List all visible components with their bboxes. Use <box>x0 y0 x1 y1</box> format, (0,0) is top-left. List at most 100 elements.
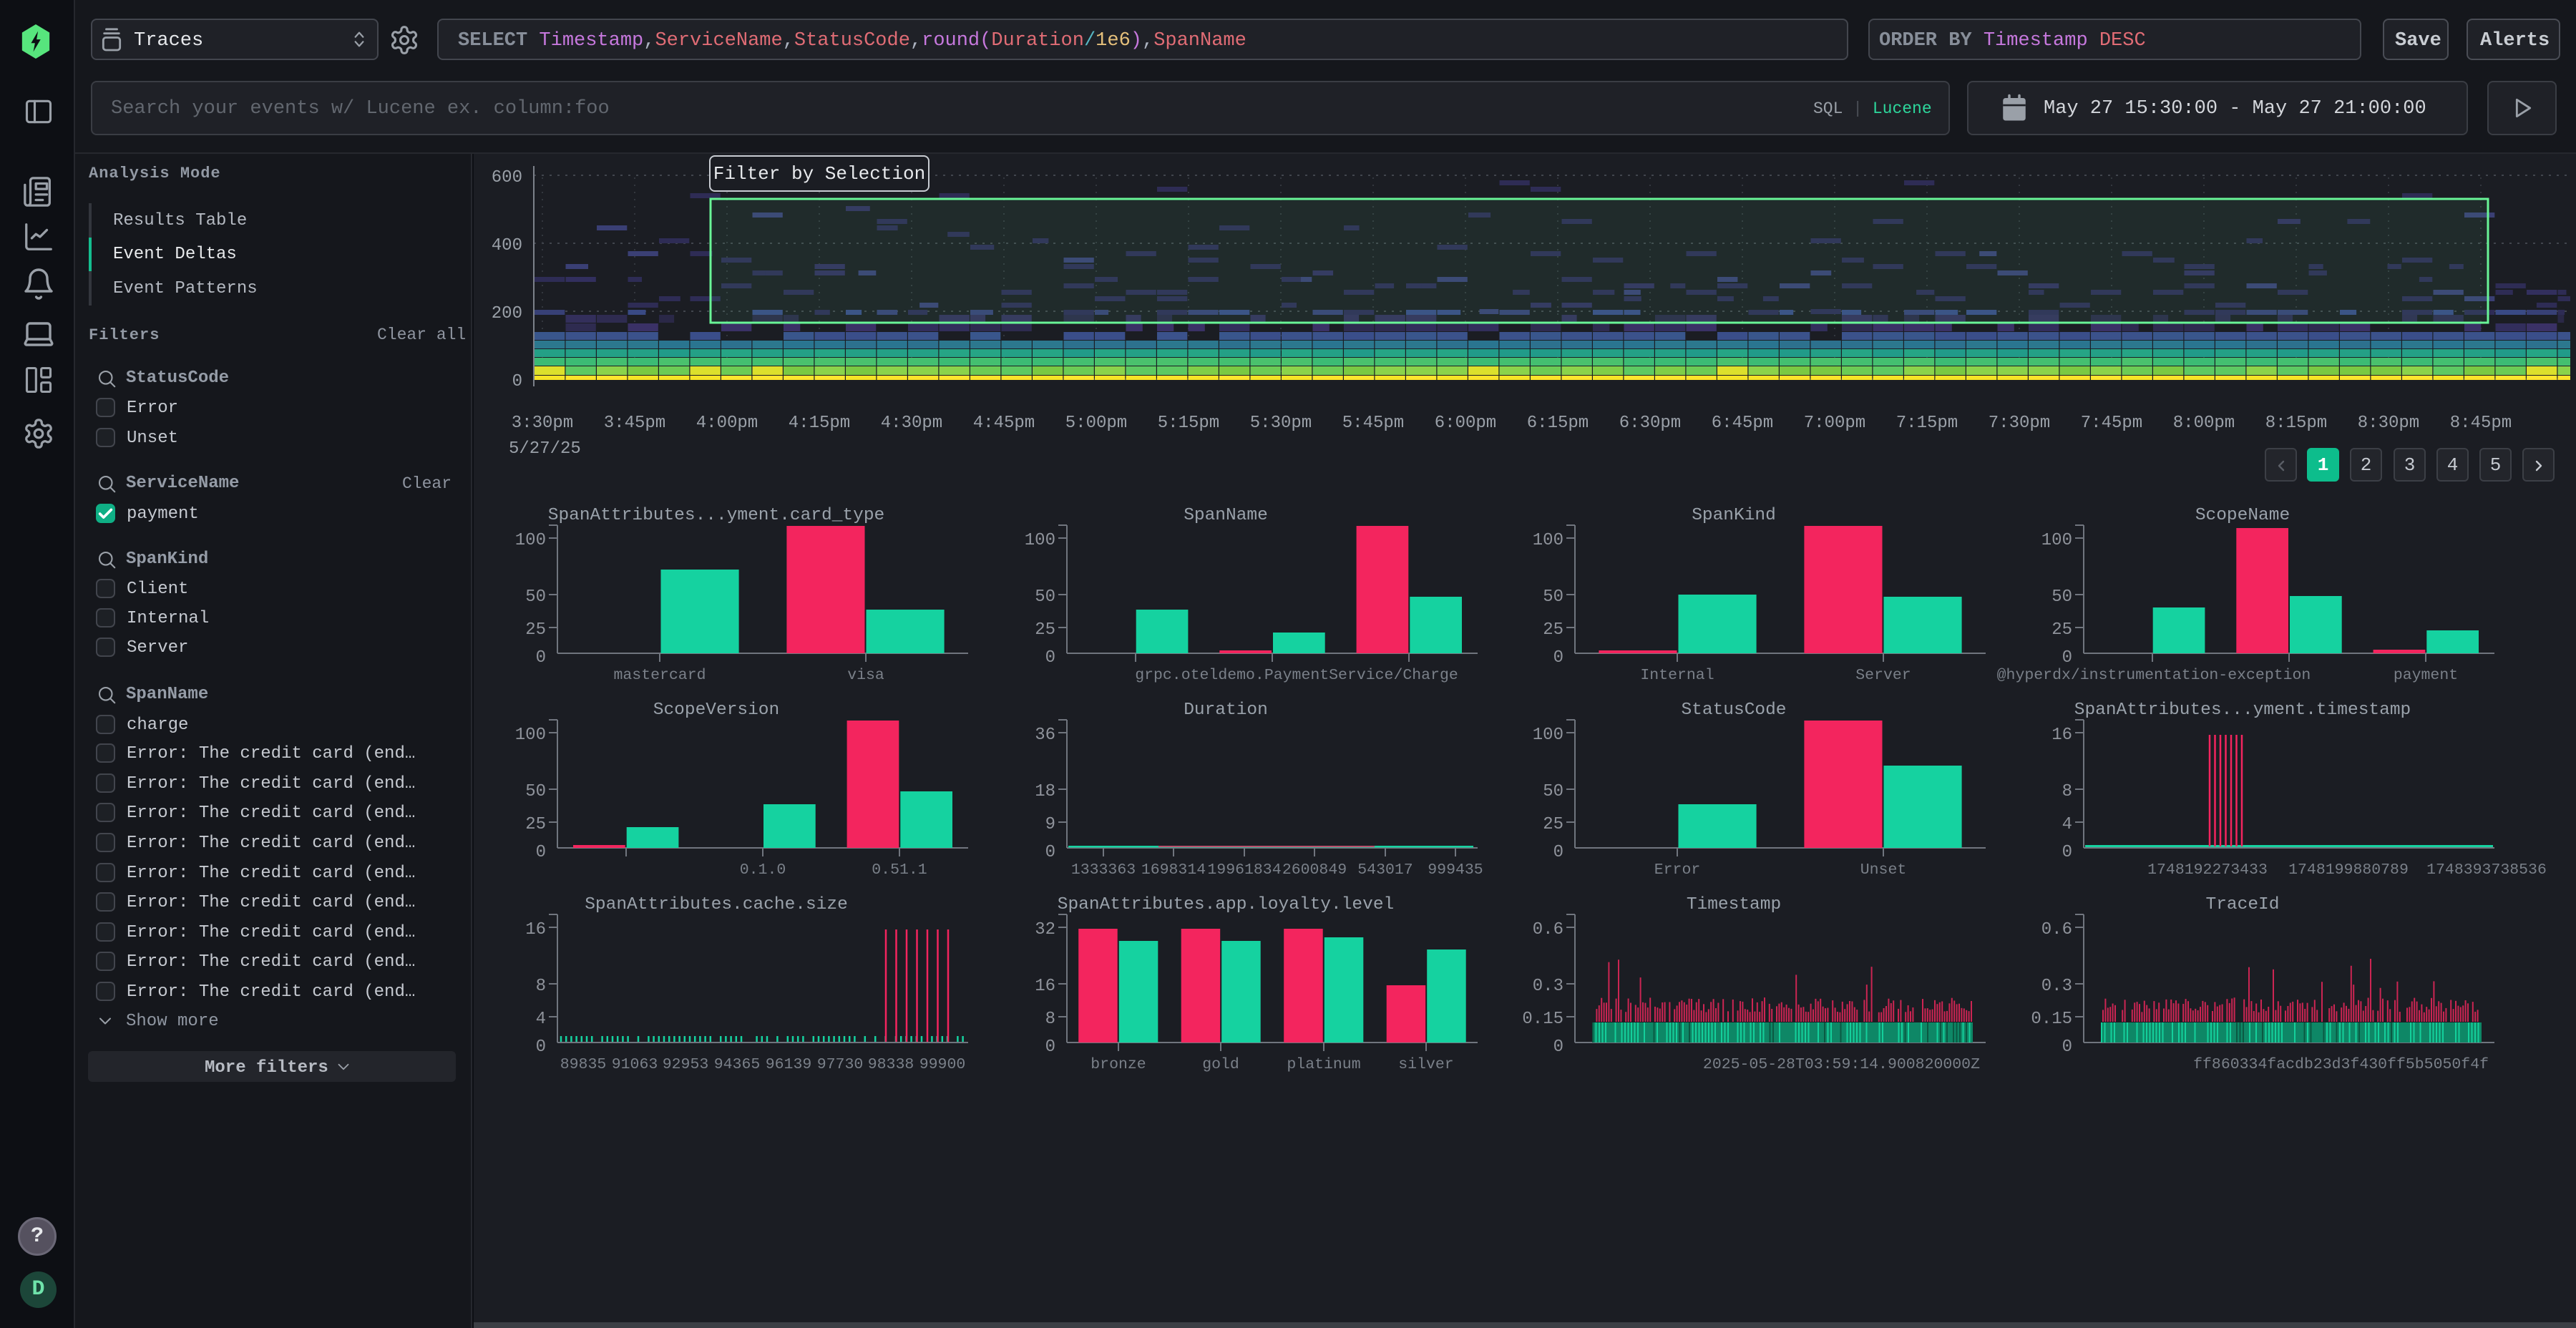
svg-text:0.15: 0.15 <box>1522 1010 1563 1029</box>
svg-text:Internal: Internal <box>1640 667 1714 684</box>
svg-text:4:30pm: 4:30pm <box>881 414 942 433</box>
svg-text:0.1.0: 0.1.0 <box>740 861 786 879</box>
svg-text:ScopeName: ScopeName <box>2195 506 2290 525</box>
svg-text:7:00pm: 7:00pm <box>1804 414 1865 433</box>
svg-text:50: 50 <box>525 587 546 607</box>
svg-text:6:30pm: 6:30pm <box>1619 414 1681 433</box>
svg-text:7:45pm: 7:45pm <box>2081 414 2142 433</box>
svg-text:platinum: platinum <box>1287 1056 1360 1073</box>
svg-text:8: 8 <box>1045 1010 1055 1029</box>
svg-text:50: 50 <box>1543 782 1563 801</box>
svg-text:5/27/25: 5/27/25 <box>509 439 581 459</box>
svg-text:50: 50 <box>1035 587 1055 607</box>
svg-text:25: 25 <box>1543 815 1563 834</box>
svg-text:visa: visa <box>847 667 884 684</box>
svg-text:SpanAttributes.app.loyalty.lev: SpanAttributes.app.loyalty.level <box>1058 895 1394 914</box>
svg-text:2600849: 2600849 <box>1282 861 1347 879</box>
svg-text:Unset: Unset <box>1860 861 1907 879</box>
svg-text:25: 25 <box>2051 620 2072 640</box>
svg-text:16: 16 <box>1035 977 1055 996</box>
svg-text:payment: payment <box>2394 667 2458 684</box>
svg-text:100: 100 <box>515 531 546 550</box>
svg-text:1333363: 1333363 <box>1071 861 1136 879</box>
svg-text:SpanName: SpanName <box>1184 506 1268 525</box>
svg-text:25: 25 <box>1543 620 1563 640</box>
svg-text:1748199880789: 1748199880789 <box>2288 861 2409 879</box>
svg-text:0.15: 0.15 <box>2031 1010 2072 1029</box>
svg-text:91063: 91063 <box>612 1056 658 1073</box>
svg-text:100: 100 <box>1533 531 1563 550</box>
svg-text:SpanAttributes.cache.size: SpanAttributes.cache.size <box>585 895 848 914</box>
svg-text:bronze: bronze <box>1091 1056 1146 1073</box>
svg-text:7:30pm: 7:30pm <box>1989 414 2050 433</box>
svg-text:0.6: 0.6 <box>1533 920 1563 939</box>
svg-text:600: 600 <box>492 168 522 187</box>
svg-text:16: 16 <box>525 920 546 939</box>
svg-text:8:00pm: 8:00pm <box>2173 414 2235 433</box>
svg-text:999435: 999435 <box>1428 861 1483 879</box>
svg-text:0.3: 0.3 <box>2041 977 2072 996</box>
svg-text:16: 16 <box>2051 726 2072 745</box>
svg-text:5:15pm: 5:15pm <box>1158 414 1219 433</box>
svg-text:6:45pm: 6:45pm <box>1712 414 1773 433</box>
svg-text:100: 100 <box>2041 531 2072 550</box>
svg-text:5:30pm: 5:30pm <box>1250 414 1312 433</box>
svg-text:400: 400 <box>492 236 522 255</box>
svg-text:SpanKind: SpanKind <box>1692 506 1776 525</box>
svg-text:Duration: Duration <box>1184 700 1268 720</box>
svg-text:@hyperdx/instrumentation-excep: @hyperdx/instrumentation-exception <box>1997 667 2311 684</box>
svg-text:gold: gold <box>1202 1056 1239 1073</box>
svg-text:0: 0 <box>1045 843 1055 862</box>
svg-text:silver: silver <box>1398 1056 1453 1073</box>
svg-text:89835: 89835 <box>560 1056 607 1073</box>
svg-text:99900: 99900 <box>919 1056 966 1073</box>
svg-text:0: 0 <box>536 843 546 862</box>
svg-text:19961834: 19961834 <box>1207 861 1281 879</box>
svg-text:0: 0 <box>2062 1038 2072 1057</box>
svg-text:9: 9 <box>1045 815 1055 834</box>
svg-text:100: 100 <box>515 726 546 745</box>
svg-text:8:15pm: 8:15pm <box>2265 414 2327 433</box>
svg-text:0: 0 <box>1045 648 1055 668</box>
svg-text:96139: 96139 <box>766 1056 812 1073</box>
svg-text:4:45pm: 4:45pm <box>973 414 1035 433</box>
svg-text:Error: Error <box>1654 861 1701 879</box>
svg-text:98338: 98338 <box>868 1056 914 1073</box>
svg-text:1698314: 1698314 <box>1141 861 1206 879</box>
svg-text:4: 4 <box>2062 815 2072 834</box>
svg-text:1748192273433: 1748192273433 <box>2147 861 2268 879</box>
svg-text:ScopeVersion: ScopeVersion <box>653 700 779 720</box>
svg-text:6:00pm: 6:00pm <box>1435 414 1496 433</box>
svg-text:3:45pm: 3:45pm <box>604 414 665 433</box>
svg-text:0: 0 <box>1553 648 1563 668</box>
svg-text:32: 32 <box>1035 920 1055 939</box>
svg-text:Server: Server <box>1855 667 1911 684</box>
svg-text:5:00pm: 5:00pm <box>1065 414 1127 433</box>
svg-text:Timestamp: Timestamp <box>1687 895 1781 914</box>
svg-text:36: 36 <box>1035 726 1055 745</box>
svg-text:0: 0 <box>2062 648 2072 668</box>
svg-text:TraceId: TraceId <box>2206 895 2280 914</box>
svg-text:97730: 97730 <box>817 1056 864 1073</box>
svg-text:100: 100 <box>1025 531 1055 550</box>
svg-text:0: 0 <box>512 372 522 391</box>
svg-text:0: 0 <box>1553 1038 1563 1057</box>
svg-text:0: 0 <box>536 1038 546 1057</box>
svg-text:94365: 94365 <box>714 1056 761 1073</box>
svg-text:6:15pm: 6:15pm <box>1527 414 1589 433</box>
svg-text:100: 100 <box>1533 726 1563 745</box>
svg-text:50: 50 <box>1543 587 1563 607</box>
svg-text:4:15pm: 4:15pm <box>789 414 850 433</box>
svg-text:200: 200 <box>492 304 522 323</box>
svg-text:SpanAttributes...yment.timesta: SpanAttributes...yment.timestamp <box>2074 700 2411 720</box>
svg-text:mastercard: mastercard <box>613 667 706 684</box>
svg-text:4: 4 <box>536 1010 546 1029</box>
svg-text:25: 25 <box>1035 620 1055 640</box>
svg-text:ff860334facdb23d3f430ff5b5050f: ff860334facdb23d3f430ff5b5050f4f <box>2193 1056 2489 1073</box>
svg-text:1748393738536: 1748393738536 <box>2426 861 2547 879</box>
svg-text:2025-05-28T03:59:14.900820000Z: 2025-05-28T03:59:14.900820000Z <box>1703 1056 1980 1073</box>
svg-text:92953: 92953 <box>663 1056 709 1073</box>
svg-text:0.3: 0.3 <box>1533 977 1563 996</box>
svg-text:8: 8 <box>2062 782 2072 801</box>
svg-text:543017: 543017 <box>1357 861 1413 879</box>
